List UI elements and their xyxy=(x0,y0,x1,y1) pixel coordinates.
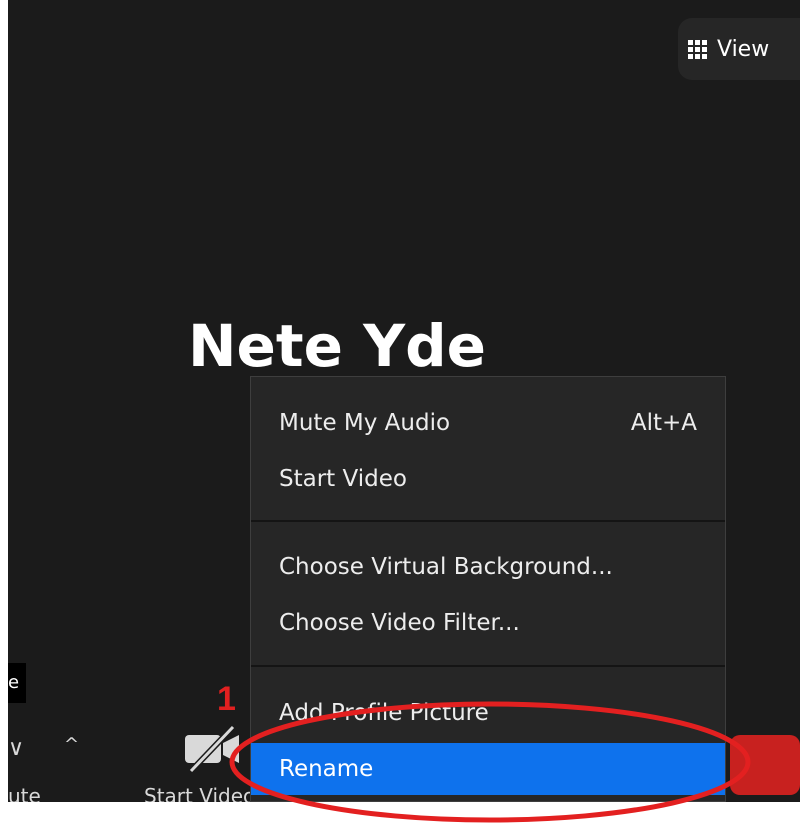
view-button-label: View xyxy=(717,36,770,62)
caret-up-icon[interactable]: ^ xyxy=(64,734,79,755)
menu-item-label: Start Video xyxy=(279,466,407,492)
menu-divider xyxy=(251,665,725,667)
menu-item-label: Choose Virtual Background... xyxy=(279,554,613,580)
view-button[interactable]: View xyxy=(678,18,800,80)
menu-item-mute-audio[interactable]: Mute My Audio Alt+A xyxy=(251,397,725,449)
video-off-icon[interactable] xyxy=(183,725,241,773)
menu-item-label: Choose Video Filter... xyxy=(279,610,520,636)
step-number-annotation: 1 xyxy=(217,680,236,718)
menu-item-label: Add Profile Picture xyxy=(279,700,489,726)
context-menu: Mute My Audio Alt+A Start Video Choose V… xyxy=(250,376,726,802)
menu-divider xyxy=(251,520,725,522)
participant-name: Nete Yde xyxy=(188,312,486,380)
menu-item-label: Mute My Audio xyxy=(279,410,451,436)
menu-item-rename[interactable]: Rename xyxy=(251,743,725,795)
menu-item-add-profile-picture[interactable]: Add Profile Picture xyxy=(251,687,725,739)
grid-icon xyxy=(688,39,707,59)
start-video-button-label[interactable]: Start Video xyxy=(144,784,255,802)
menu-item-label: Rename xyxy=(279,756,374,782)
menu-item-video-filter[interactable]: Choose Video Filter... xyxy=(251,597,725,649)
end-meeting-button[interactable] xyxy=(730,735,800,795)
chevron-icon[interactable]: ∨ xyxy=(8,736,24,761)
menu-item-start-video[interactable]: Start Video xyxy=(251,453,725,505)
menu-item-shortcut: Alt+A xyxy=(630,410,697,436)
mute-button-label[interactable]: ute xyxy=(8,784,41,802)
participant-name-tag: e xyxy=(8,663,26,703)
menu-item-virtual-background[interactable]: Choose Virtual Background... xyxy=(251,541,725,593)
